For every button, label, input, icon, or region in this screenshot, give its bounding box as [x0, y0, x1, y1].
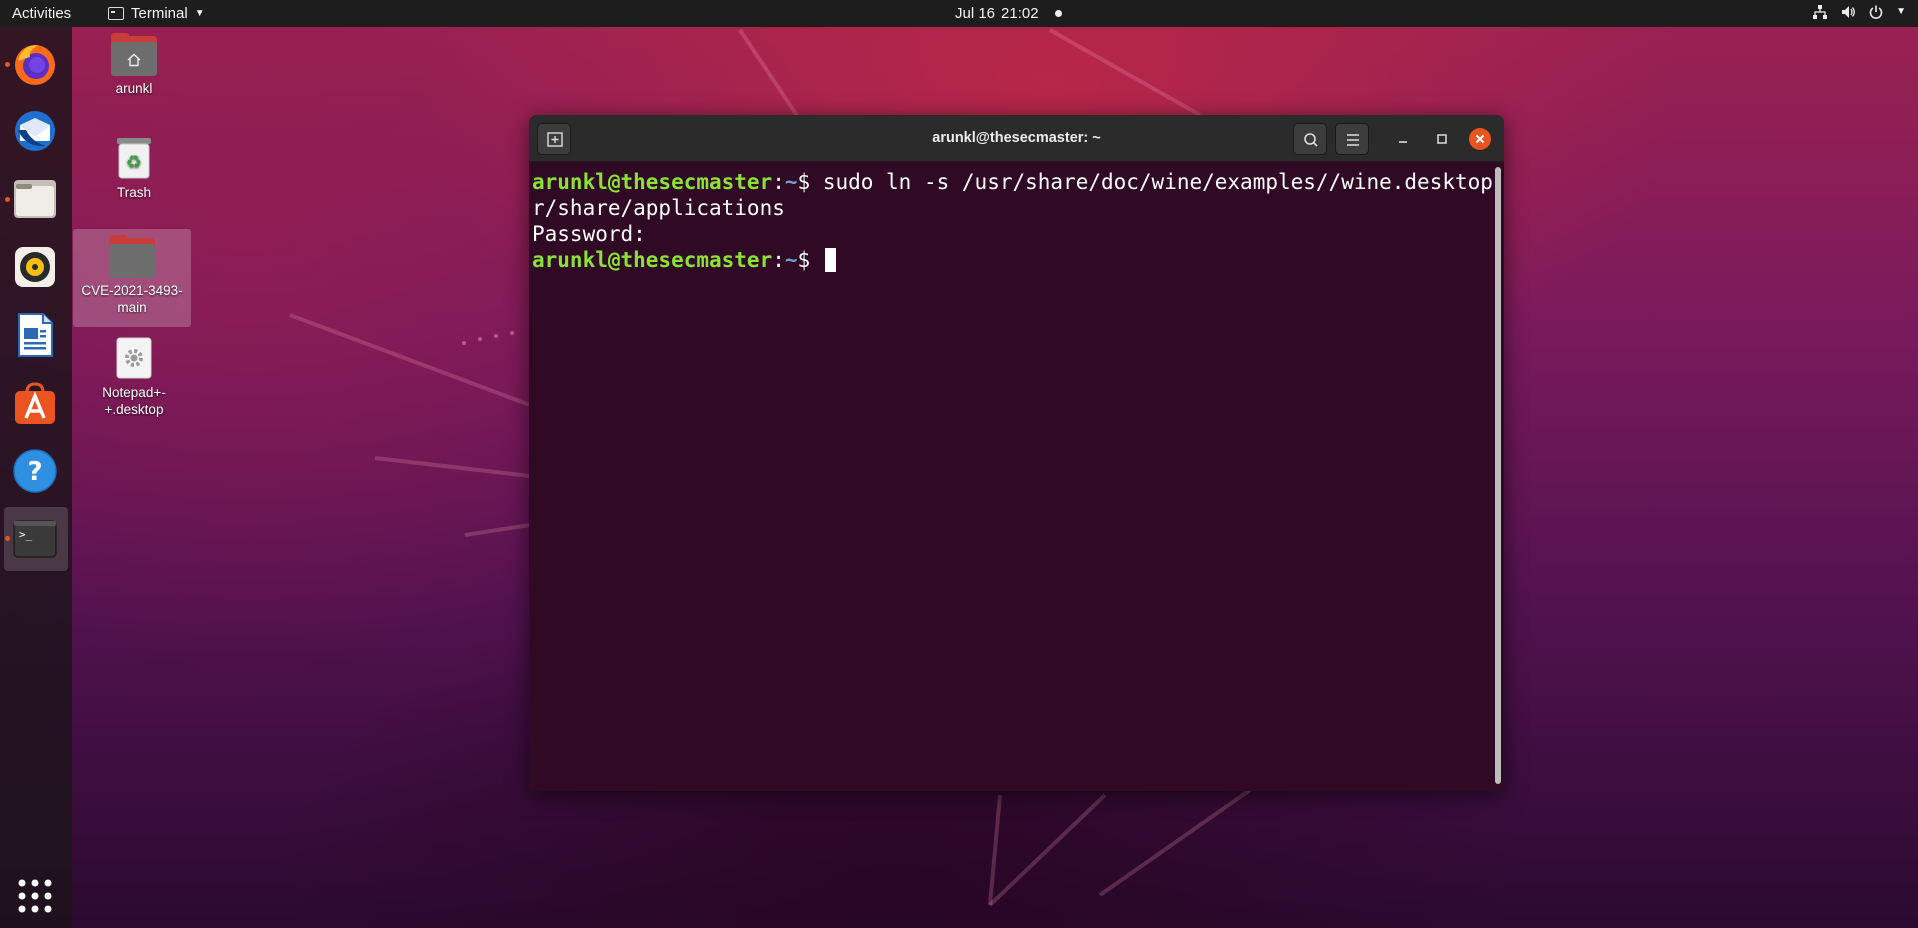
- maximize-icon: [1437, 134, 1447, 144]
- prompt-path: ~: [784, 248, 798, 272]
- clock-time: 21:02: [1001, 5, 1039, 22]
- show-applications-button[interactable]: [12, 873, 58, 919]
- prompt-symbol: $: [797, 248, 823, 272]
- desktop-icon-cve-folder[interactable]: CVE-2021-3493- main: [73, 229, 191, 327]
- thunderbird-icon: [15, 111, 55, 151]
- clock[interactable]: Jul 16 21:02: [955, 5, 1062, 22]
- search-icon: [1304, 133, 1318, 147]
- apps-grid-icon: [18, 879, 52, 913]
- prompt-path: ~: [784, 170, 798, 194]
- dock-item-thunderbird[interactable]: [12, 108, 58, 154]
- terminal-app-icon: [108, 7, 124, 20]
- prompt-symbol: $: [797, 170, 823, 194]
- folder-icon: [109, 235, 155, 278]
- network-icon: [1813, 5, 1828, 19]
- desktop-icon-label-line2: +.desktop: [104, 402, 164, 417]
- home-folder-icon: [111, 33, 157, 76]
- dock-item-rhythmbox[interactable]: [12, 244, 58, 290]
- desktop-icon-label-line2: main: [117, 300, 147, 315]
- files-icon: [14, 180, 56, 218]
- writer-icon: [18, 313, 53, 357]
- svg-text:?: ?: [27, 457, 42, 487]
- caret-down-icon: ▼: [194, 8, 205, 19]
- terminal-line: Password:: [532, 222, 646, 246]
- app-menu[interactable]: Terminal ▼: [108, 5, 205, 22]
- text-cursor: [824, 248, 836, 272]
- terminal-titlebar[interactable]: arunkl@thesecmaster: ~: [529, 115, 1504, 162]
- running-indicator: [5, 536, 10, 541]
- desktop-icon-label-line1: CVE-2021-3493-: [81, 283, 183, 298]
- dock-item-firefox[interactable]: [12, 41, 58, 87]
- running-indicator: [5, 197, 10, 202]
- clock-date: Jul 16: [955, 5, 996, 22]
- prompt-separator: :: [772, 248, 785, 272]
- trash-icon: ♻: [117, 138, 151, 179]
- app-menu-label: Terminal: [131, 5, 188, 22]
- close-button[interactable]: [1469, 128, 1491, 150]
- system-tray[interactable]: ▼: [1812, 4, 1906, 20]
- terminal-line: arunkl@thesecmaster:~$ sudo ln -s /usr/s…: [532, 169, 1504, 195]
- desktop-icon-label-line1: Notepad+-: [102, 385, 166, 400]
- desktop-icon-notepad-desktop[interactable]: Notepad+- +.desktop: [75, 336, 193, 418]
- prompt-user: arunkl@thesecmaster: [532, 170, 773, 194]
- rhythmbox-icon: [15, 247, 55, 287]
- power-icon: [1869, 5, 1883, 19]
- notification-dot-icon: [1054, 10, 1062, 17]
- desktop-file-gear-icon: [116, 337, 152, 379]
- menu-button[interactable]: [1335, 123, 1369, 155]
- software-store-icon: [15, 382, 55, 424]
- minimize-icon: [1399, 141, 1407, 143]
- running-indicator: [5, 62, 10, 67]
- dock-item-help[interactable]: ?: [12, 448, 58, 494]
- terminal-output[interactable]: arunkl@thesecmaster:~$ sudo ln -s /usr/s…: [529, 162, 1504, 791]
- volume-icon: [1842, 6, 1855, 18]
- command-text: sudo ln -s /usr/share/doc/wine/examples/…: [822, 170, 1504, 194]
- desktop-icon-label: Trash: [116, 185, 151, 200]
- svg-text:♻: ♻: [126, 152, 142, 173]
- firefox-icon: [15, 45, 55, 85]
- desktop-icon-label: arunkl: [115, 81, 153, 96]
- help-icon: ?: [13, 449, 57, 493]
- desktop-icon-trash[interactable]: ♻ Trash: [75, 136, 193, 201]
- terminal-icon-text: >_: [19, 528, 33, 541]
- activities-button[interactable]: Activities: [12, 5, 71, 22]
- dock-item-terminal[interactable]: >_: [12, 516, 58, 562]
- terminal-line: arunkl@thesecmaster:~$: [532, 247, 1504, 273]
- top-bar: Activities Terminal ▼ Jul 16 21:02 ▼: [0, 0, 1918, 27]
- maximize-button[interactable]: [1432, 129, 1452, 149]
- dock-item-ubuntu-software[interactable]: [12, 380, 58, 426]
- prompt-user: arunkl@thesecmaster: [532, 248, 773, 272]
- dock-item-files[interactable]: [12, 176, 58, 222]
- terminal-window[interactable]: arunkl@thesecmaster: ~ arunkl@thesecmast…: [529, 115, 1504, 791]
- minimize-button[interactable]: [1393, 129, 1413, 149]
- house-icon: [127, 53, 141, 67]
- search-button[interactable]: [1293, 123, 1327, 155]
- dock-item-libreoffice-writer[interactable]: [12, 312, 58, 358]
- chevron-down-icon: ▼: [1896, 6, 1906, 17]
- terminal-line: r/share/applications: [532, 196, 785, 220]
- dock: ? >_: [0, 27, 72, 928]
- desktop-icon-home[interactable]: arunkl: [75, 33, 193, 97]
- hamburger-menu-icon: [1347, 134, 1359, 146]
- scrollbar[interactable]: [1495, 167, 1501, 784]
- prompt-separator: :: [772, 170, 785, 194]
